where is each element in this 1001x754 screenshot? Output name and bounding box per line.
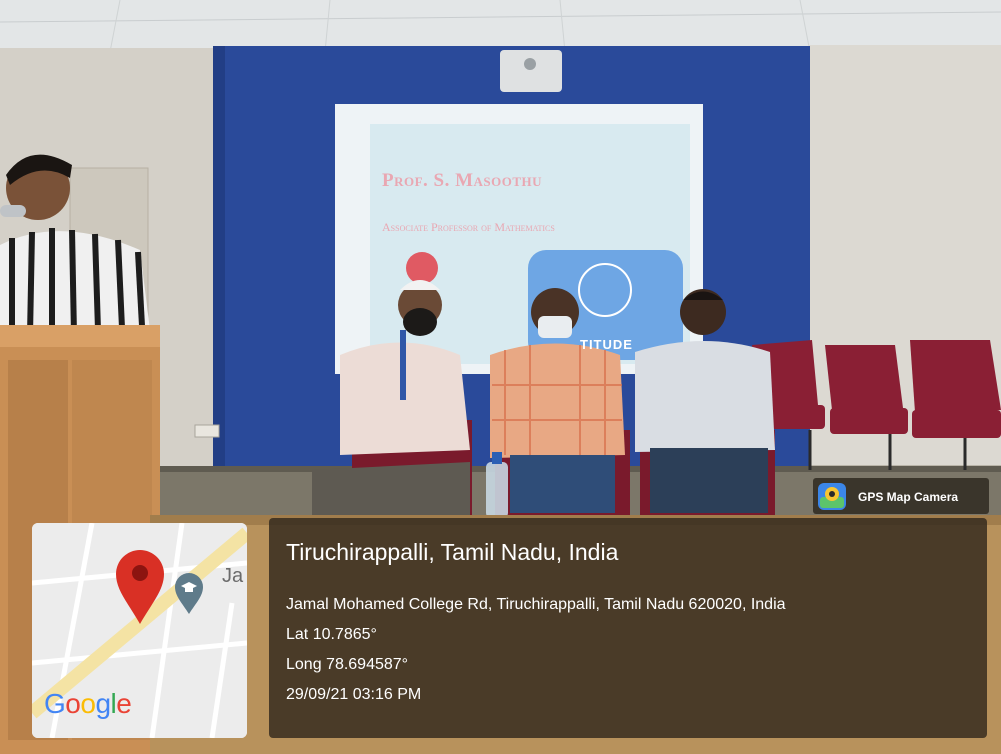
education-cap-icon: [175, 573, 203, 614]
location-longitude: Long 78.694587°: [286, 656, 409, 673]
location-datetime: 29/09/21 03:16 PM: [286, 686, 422, 703]
google-logo-letter: g: [95, 688, 111, 719]
map-marker-icon: [116, 550, 164, 624]
ceiling: [0, 0, 1001, 52]
slide-title: Prof. S. Masoothu: [382, 170, 543, 191]
google-logo-letter: o: [80, 688, 96, 719]
google-logo: Google: [44, 688, 132, 720]
slide-logo-text: TITUDE: [580, 337, 633, 352]
google-logo-letter: e: [116, 688, 132, 719]
gps-map-camera-app-icon: [818, 483, 846, 510]
google-logo-letter: o: [65, 688, 81, 719]
slide-subtitle: Associate Professor of Mathematics: [382, 220, 555, 234]
projector: [500, 50, 562, 92]
location-address: Jamal Mohamed College Rd, Tiruchirappall…: [286, 596, 786, 613]
empty-chairs: [752, 340, 1001, 438]
location-latitude: Lat 10.7865°: [286, 626, 377, 643]
google-logo-letter: G: [44, 688, 66, 719]
map-place-label: Ja: [222, 565, 244, 587]
location-title: Tiruchirappalli, Tamil Nadu, India: [286, 539, 619, 565]
gps-map-camera-label: GPS Map Camera: [858, 490, 959, 504]
